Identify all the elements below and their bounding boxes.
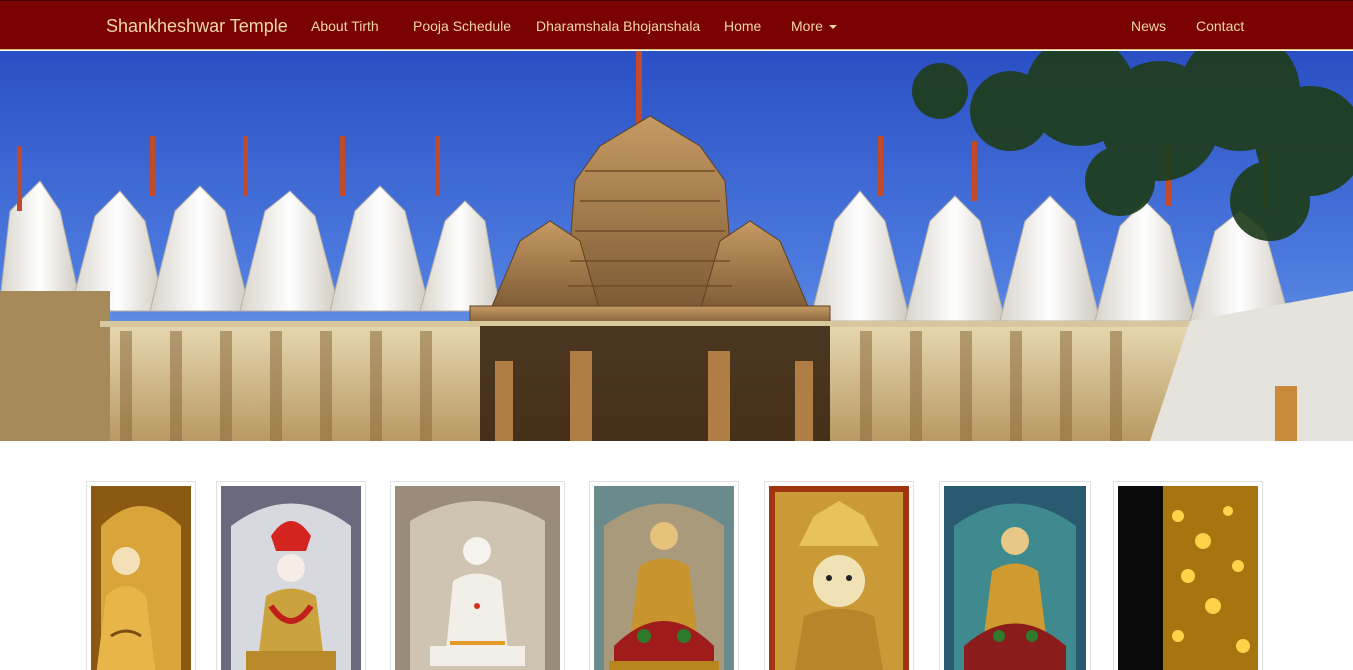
idol-gallery <box>0 441 1353 670</box>
nav-more-label: More <box>791 18 823 34</box>
gallery-item[interactable] <box>764 481 914 670</box>
caret-down-icon <box>828 25 837 30</box>
gallery-item[interactable] <box>939 481 1091 670</box>
nav-dharamshala[interactable]: Dharamshala Bhojanshala <box>536 18 700 34</box>
silver-idol-with-red-crown-image <box>221 486 361 670</box>
temple-banner-image <box>0 51 1353 441</box>
nav-news[interactable]: News <box>1131 18 1166 34</box>
nav-about-tirth[interactable]: About Tirth <box>311 18 379 34</box>
top-navbar: Shankheshwar Temple About Tirth Pooja Sc… <box>0 0 1353 50</box>
golden-idol-image <box>91 486 191 670</box>
blue-shrine-idol-image <box>944 486 1086 670</box>
golden-sparkle-image <box>1118 486 1258 670</box>
golden-face-idol-image <box>769 486 909 670</box>
gallery-item[interactable] <box>1113 481 1263 670</box>
brand-link[interactable]: Shankheshwar Temple <box>106 16 288 37</box>
gallery-item[interactable] <box>86 481 196 670</box>
golden-seated-idol-image <box>594 486 734 670</box>
white-marble-idol-image <box>395 486 560 670</box>
hero-banner <box>0 51 1353 441</box>
gallery-item[interactable] <box>589 481 739 670</box>
nav-home[interactable]: Home <box>724 18 761 34</box>
gallery-item[interactable] <box>390 481 565 670</box>
gallery-item[interactable] <box>216 481 366 670</box>
nav-more-dropdown[interactable]: More <box>791 18 837 34</box>
nav-pooja-schedule[interactable]: Pooja Schedule <box>413 18 511 34</box>
nav-contact[interactable]: Contact <box>1196 18 1244 34</box>
